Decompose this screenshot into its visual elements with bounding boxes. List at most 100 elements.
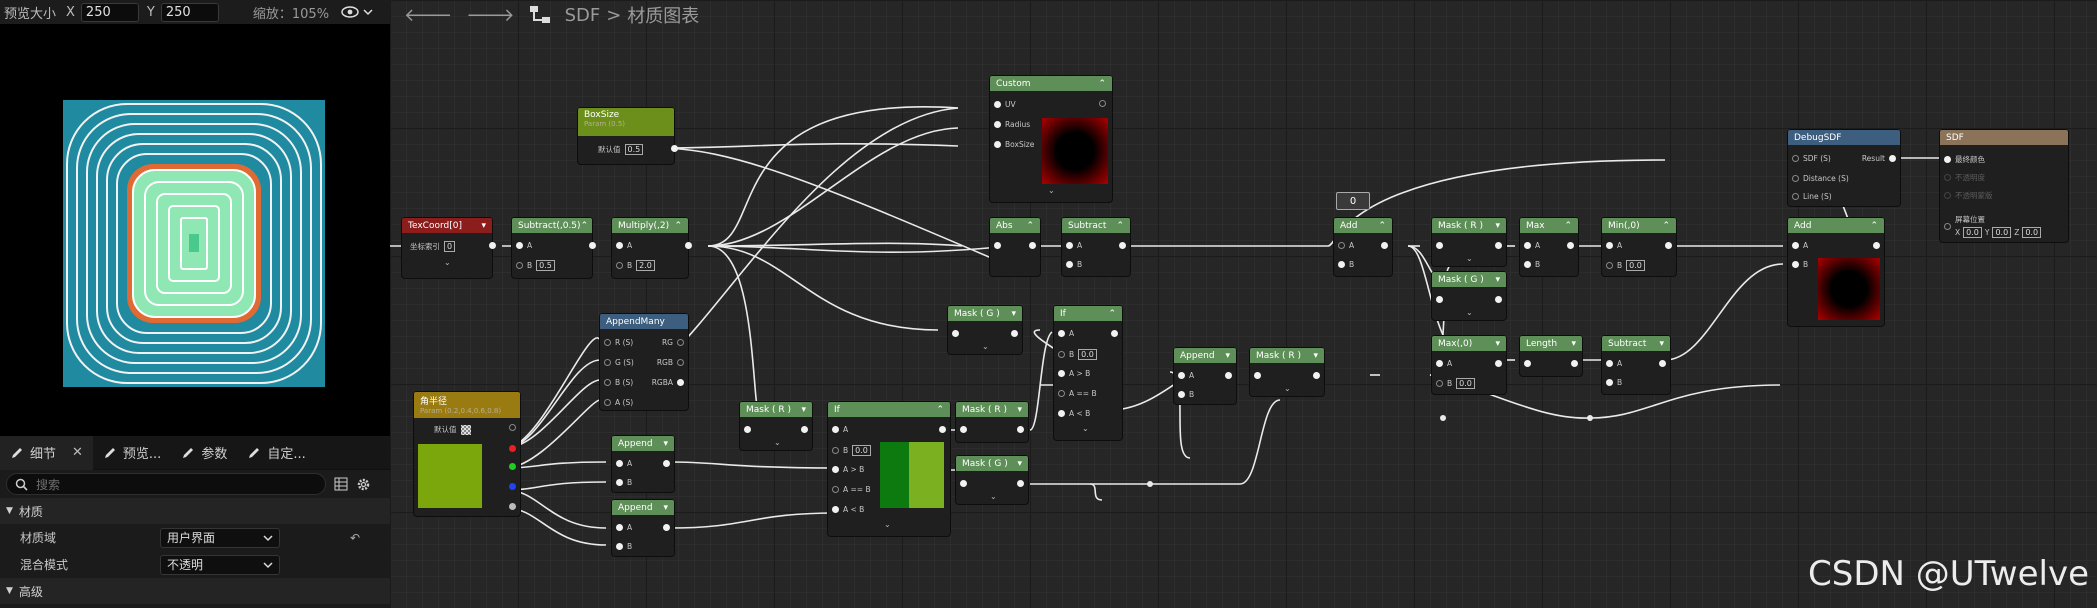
input-pin[interactable] [604, 399, 611, 406]
pin-b[interactable]: B [1178, 390, 1194, 399]
input-pin[interactable] [994, 242, 1001, 249]
node-custom[interactable]: Custom ⌃ UV Radius BoxSize ⌄ [990, 76, 1112, 202]
pin-r[interactable]: R (S) [604, 338, 633, 347]
output-pin[interactable] [677, 359, 684, 366]
node-subtract-right[interactable]: Subtract ▾ A B [1602, 336, 1670, 394]
search-input[interactable]: 搜索 [6, 473, 326, 495]
input-pin[interactable] [960, 480, 967, 487]
input-pin[interactable] [1792, 261, 1799, 268]
node-min-b-value[interactable]: 0.0 [1626, 260, 1645, 271]
pin-aeqb[interactable]: A == B [832, 485, 871, 494]
input-pin[interactable] [1066, 261, 1073, 268]
input-pin[interactable] [832, 426, 839, 433]
node-max[interactable]: Max ⌃ A B [1520, 218, 1578, 276]
output-pin[interactable] [1011, 330, 1018, 337]
input-pin[interactable] [1606, 379, 1613, 386]
input-pin[interactable] [1436, 242, 1443, 249]
input-pin[interactable] [616, 524, 623, 531]
node-append-1[interactable]: Append ▾ A B [612, 436, 674, 492]
pin-distance[interactable]: Distance (S) [1792, 174, 1849, 183]
output-pin[interactable] [1119, 242, 1126, 249]
pin-a[interactable]: A [616, 523, 632, 532]
output-pin[interactable] [671, 145, 678, 152]
input-pin[interactable] [1524, 360, 1531, 367]
pin-a[interactable]: A [616, 459, 632, 468]
node-sdf-result[interactable]: SDF 最终颜色 不透明度 不透明蒙版 屏幕位置 X 0.0 Y 0.0 Z 0.0 [1940, 130, 2068, 242]
pin-final-color[interactable]: 最终颜色 [1944, 154, 1985, 165]
pin-a[interactable]: A [1792, 241, 1808, 250]
material-graph-canvas[interactable]: 🡐 🡒 SDF > 材质图表 TexCoord[0] ▾ 坐标索引 0 ⌄ Su… [390, 0, 2097, 608]
output-pin[interactable] [1225, 372, 1232, 379]
node-multiply-b-value[interactable]: 2.0 [636, 260, 655, 271]
blend-mode-dropdown[interactable]: 不透明 [160, 554, 280, 575]
input-pin[interactable] [1058, 330, 1065, 337]
screen-pos-x-value[interactable]: 0.0 [1963, 227, 1982, 238]
node-subtract[interactable]: Subtract ⌃ A B [1062, 218, 1130, 276]
input-pin[interactable] [1944, 156, 1951, 163]
pin-a[interactable]: A (S) [604, 398, 633, 407]
pin-aeqb[interactable]: A == B [1058, 389, 1097, 398]
node-mask-g-upper[interactable]: Mask ( G ) ▾ ⌄ [948, 306, 1022, 354]
input-pin[interactable] [616, 460, 623, 467]
output-pin-red[interactable] [509, 445, 516, 452]
pin-screen-position[interactable]: 屏幕位置 X 0.0 Y 0.0 Z 0.0 [1944, 214, 2042, 238]
node-corner-radius-param[interactable]: 角半径 Param (0.2,0.4,0.6,0.8) 默认值 [414, 392, 520, 516]
input-pin[interactable] [1944, 222, 1951, 230]
input-pin[interactable] [1058, 390, 1065, 397]
node-max-zero[interactable]: Max(,0) ▾ A B 0.0 [1432, 336, 1506, 394]
pin-a[interactable]: A [516, 241, 532, 250]
output-pin[interactable] [1889, 155, 1896, 162]
pin-b[interactable]: B 0.0 [1606, 260, 1645, 271]
input-pin[interactable] [994, 121, 1001, 128]
node-add-comment-badge[interactable]: 0 [1336, 192, 1370, 210]
preview-y-input[interactable]: 250 [160, 2, 219, 22]
node-boxsize-value[interactable]: 0.5 [624, 144, 644, 155]
input-pin[interactable] [1792, 193, 1799, 200]
chevron-down-icon[interactable]: ⌄ [990, 492, 997, 501]
pin-a[interactable]: A [1606, 359, 1622, 368]
input-pin[interactable] [960, 426, 967, 433]
output-pin[interactable] [1381, 242, 1388, 249]
pin-b[interactable]: B 0.5 [516, 260, 555, 271]
input-pin[interactable] [1338, 242, 1345, 249]
node-debugsdf[interactable]: DebugSDF SDF (S) Distance (S) Line (S) R… [1788, 130, 1900, 206]
pin-a[interactable]: A [1524, 241, 1540, 250]
input-pin[interactable] [1606, 360, 1613, 367]
node-if-1[interactable]: If ⌃ A B 0.0 A > B A == B A < B ⌄ [828, 402, 950, 536]
output-pin[interactable] [1495, 360, 1502, 367]
tab-details[interactable]: 细节 ✕ [0, 435, 93, 470]
node-mask-r-right[interactable]: Mask ( R ) ▾ ⌄ [1250, 348, 1324, 396]
pin-a[interactable]: A [1436, 359, 1452, 368]
pin-rgba[interactable]: RGBA [652, 378, 684, 387]
tab-parameters[interactable]: 参数 [171, 436, 237, 470]
output-pin[interactable] [677, 379, 684, 386]
pin-result[interactable]: Result [1862, 154, 1896, 163]
preview-viewport[interactable] [0, 24, 390, 436]
chevron-down-icon[interactable]: ⌄ [444, 258, 451, 267]
tab-custom[interactable]: 自定... [237, 436, 315, 470]
pin-b[interactable]: B 0.0 [1436, 378, 1475, 389]
pin-sdf[interactable]: SDF (S) [1792, 154, 1831, 163]
input-pin[interactable] [616, 543, 623, 550]
input-pin[interactable] [1606, 262, 1613, 269]
input-pin[interactable] [516, 262, 523, 269]
output-pin[interactable] [1495, 242, 1502, 249]
pin-a[interactable]: A [1606, 241, 1622, 250]
node-add[interactable]: Add ⌃ A B [1334, 218, 1392, 276]
output-pin[interactable] [1567, 242, 1574, 249]
node-mask-r-top[interactable]: Mask ( R ) ▾ ⌄ [1432, 218, 1506, 266]
input-pin[interactable] [616, 262, 623, 269]
input-pin[interactable] [1436, 380, 1443, 387]
input-pin[interactable] [1436, 360, 1443, 367]
node-if-2-b-value[interactable]: 0.0 [1078, 349, 1097, 360]
section-advanced[interactable]: ▼ 高级 [0, 578, 390, 604]
pin-b[interactable]: B 2.0 [616, 260, 655, 271]
node-min-zero[interactable]: Min(,0) ⌃ A B 0.0 [1602, 218, 1676, 276]
input-pin[interactable] [604, 339, 611, 346]
input-pin[interactable] [832, 466, 839, 473]
input-pin[interactable] [616, 242, 623, 249]
pin-rgb[interactable]: RGB [657, 358, 684, 367]
pin-b[interactable]: B (S) [604, 378, 633, 387]
pin-altb[interactable]: A < B [832, 505, 864, 514]
pin-b[interactable]: B 0.0 [1058, 349, 1097, 360]
